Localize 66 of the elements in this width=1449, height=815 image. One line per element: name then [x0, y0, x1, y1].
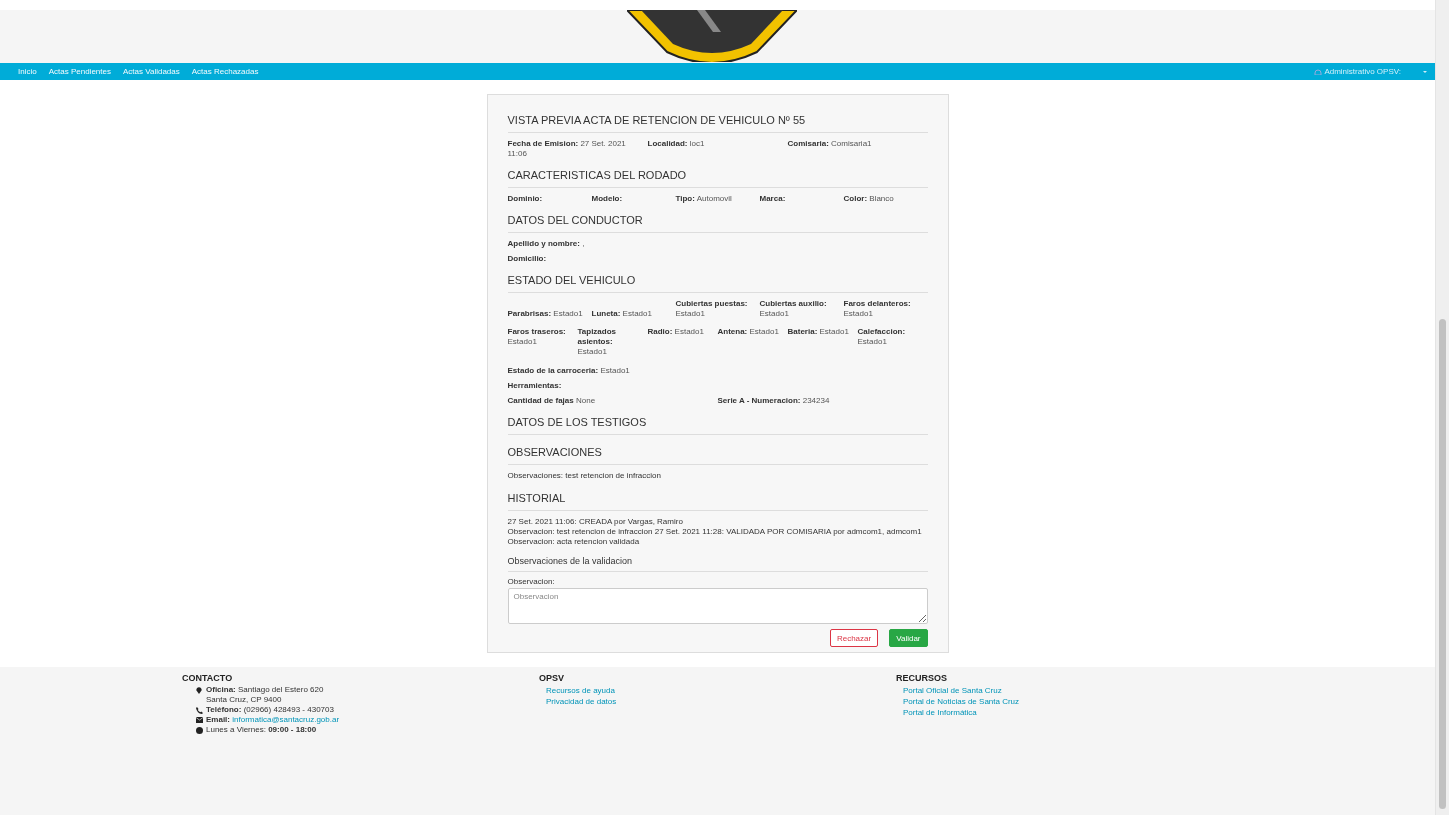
envelope-icon — [195, 717, 203, 723]
user-icon — [1314, 68, 1323, 75]
field-text: Marca: — [759, 194, 787, 204]
page-title: VISTA PREVIA ACTA DE RETENCION DE VEHICULO Nº 55 — [507, 109, 928, 133]
field-text: Comisaria: Comisaria1 — [787, 139, 873, 150]
field-text: Tipo: Automovil — [675, 194, 733, 204]
nav-link[interactable]: Inicio — [12, 67, 43, 76]
field-text: Color: Blanco — [843, 194, 895, 204]
nav-link[interactable]: Actas Pendientes — [42, 67, 117, 76]
map-pin-icon — [196, 687, 202, 694]
observation-field[interactable]: Observacion — [507, 588, 928, 624]
section-title: DATOS DEL CONDUCTOR — [507, 209, 928, 233]
field-text: Cubiertas puestas: Estado1 — [675, 299, 749, 319]
field-text: Radio: Estado1 — [647, 327, 705, 338]
field-text: Fecha de Emision: 27 Set. 2021 11:06 — [507, 139, 627, 159]
field-text: Serie A - Numeracion: 234234 — [717, 396, 831, 406]
field-label: Observacion: — [507, 577, 556, 586]
nav-link[interactable]: Actas Validadas — [116, 67, 186, 76]
contact-text: Teléfono: (02966) 428493 - 430703 — [206, 705, 334, 715]
footer-link[interactable]: Portal de Informática — [903, 707, 977, 718]
section-title: ESTADO DEL VEHICULO — [507, 269, 928, 293]
section-title: Observaciones de la validacion — [507, 553, 928, 572]
footer-link[interactable]: Portal de Noticias de Santa Cruz — [903, 696, 1020, 707]
field-text: Faros traseros: Estado1 — [507, 327, 567, 348]
field-text: Herramientas: — [507, 381, 563, 391]
field-text: Antena: Estado1 — [717, 327, 780, 338]
history-line: Observacion: test retencion de infraccion 27 Set. 2021 11:28: VALIDADA POR COMISARIA por admcom1, admcom1 — [507, 527, 923, 537]
field-text: Tapizados asientos: Estado1 — [577, 327, 618, 357]
history-line: Observaciones: test retencion de infraccion — [507, 471, 662, 481]
phone-icon — [195, 707, 203, 714]
field-text: Luneta: Estado1 — [591, 309, 653, 319]
section-title: HISTORIAL — [507, 487, 928, 511]
field-text: Cantidad de fajas None — [507, 396, 597, 406]
field-text: Modelo: — [591, 194, 624, 204]
section-title: OBSERVACIONES — [507, 441, 928, 465]
field-text: Calefaccion: Estado1 — [857, 327, 907, 348]
contact-text: Email: informatica@santacruz.gob.ar — [206, 715, 340, 725]
field-text: Estado de la carroceria: Estado1 — [507, 366, 631, 376]
field-text: Domicilio: — [507, 254, 548, 264]
footer-heading: RECURSOS — [896, 673, 948, 683]
footer-heading: OPSV — [539, 673, 565, 683]
footer-link[interactable]: Recursos de ayuda — [546, 685, 615, 696]
history-line: 27 Set. 2021 11:06: CREADA por Vargas, Ramiro — [507, 517, 684, 527]
field-text: Parabrisas: Estado1 — [507, 309, 584, 319]
field-text: Bateria: Estado1 — [787, 327, 850, 338]
field-text: Apellido y nombre: , — [507, 239, 586, 249]
field-text: Dominio: — [507, 194, 544, 204]
nav-link[interactable]: Actas Rechazadas — [185, 67, 265, 76]
field-text: Cubiertas auxilio: Estado1 — [759, 299, 828, 319]
field-text: Localidad: loc1 — [647, 139, 706, 150]
reject-button[interactable]: Rechazar — [829, 629, 879, 647]
caret-icon[interactable] — [1423, 70, 1427, 73]
scrollbar[interactable] — [1435, 0, 1449, 815]
user-menu[interactable]: Administrativo OPSV: — [1314, 67, 1401, 76]
section-title: CARACTERISTICAS DEL RODADO — [507, 164, 928, 188]
contact-text: Oficina: Santiago del Estero 620 — [206, 685, 324, 695]
validate-button[interactable]: Validar — [889, 629, 928, 647]
field-text: Faros delanteros: Estado1 — [843, 299, 912, 319]
footer-link[interactable]: Portal Oficial de Santa Cruz — [903, 685, 1002, 696]
footer-link[interactable]: Privacidad de datos — [546, 696, 617, 707]
contact-text: Lunes a Viernes: 09:00 - 18:00 — [206, 725, 317, 735]
history-line: Observacion: acta retencion validada — [507, 537, 641, 547]
email-link[interactable]: informatica@santacruz.gob.ar — [232, 715, 340, 724]
footer-heading: CONTACTO — [182, 673, 234, 683]
contact-text: Santa Cruz, CP 9400 — [206, 695, 283, 705]
section-title: DATOS DE LOS TESTIGOS — [507, 411, 928, 435]
